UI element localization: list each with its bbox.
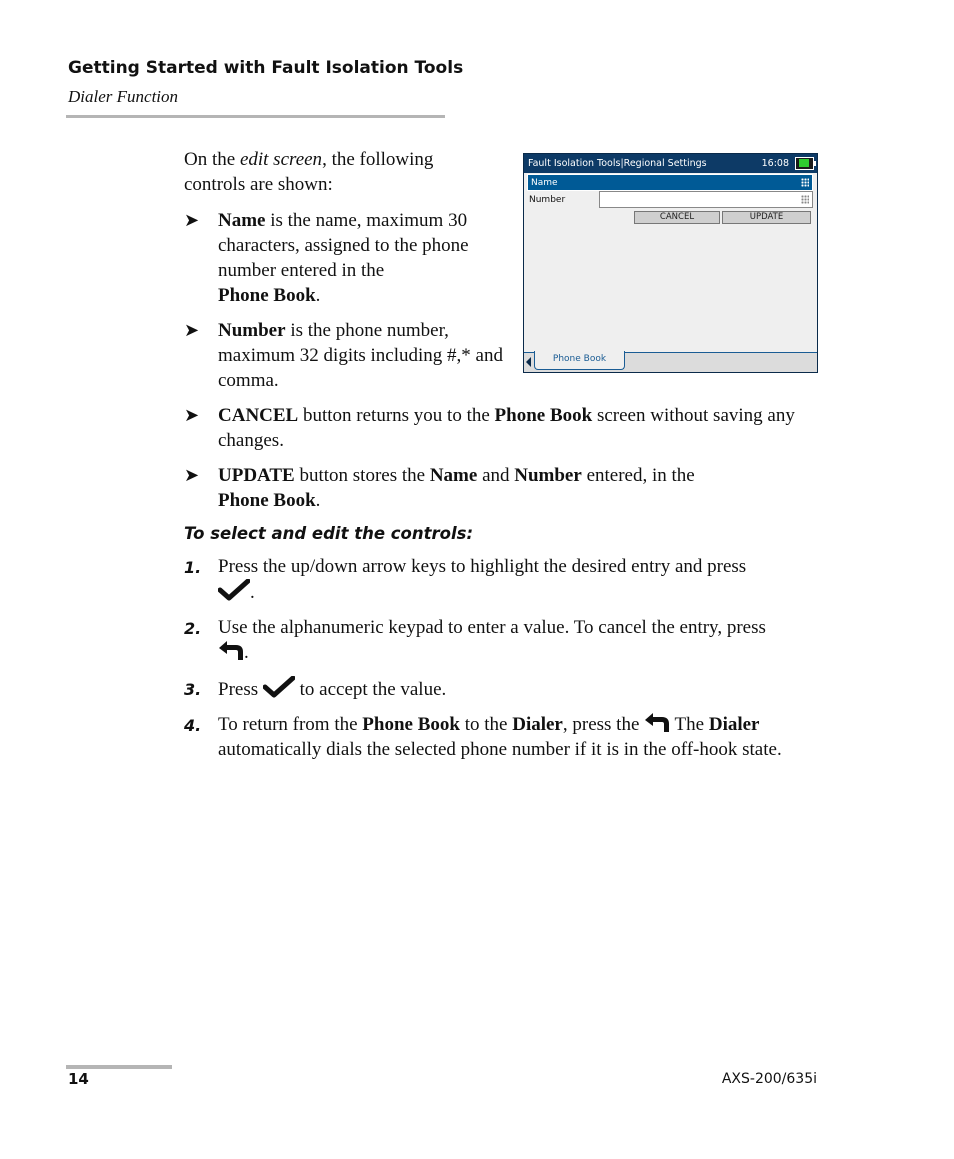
bold-term: Phone Book [218, 490, 316, 511]
step-text: Press to accept the value. [218, 676, 778, 702]
bold-term: Phone Book [362, 714, 460, 735]
text: button stores the [294, 465, 430, 486]
device-screenshot: Fault Isolation Tools|Regional Settings … [523, 153, 818, 373]
scroll-left-icon[interactable] [526, 357, 531, 367]
step-text: Press the up/down arrow keys to highligh… [218, 554, 778, 605]
chapter-title: Getting Started with Fault Isolation Too… [68, 58, 464, 78]
checkmark-icon [262, 676, 295, 698]
keypad-icon[interactable] [801, 178, 809, 187]
bold-term: Dialer [708, 714, 760, 735]
bullet-text: Number is the phone number, maximum 32 d… [218, 318, 508, 393]
device-tabbar: Phone Book [524, 351, 817, 372]
plug-icon [799, 159, 809, 167]
bold-term: Name [218, 210, 266, 231]
text: , press the [562, 714, 640, 735]
bold-term: Dialer [512, 714, 563, 735]
text: Press [218, 679, 259, 700]
number-label: Number [529, 195, 566, 205]
intro-paragraph: On the edit screen, the following contro… [184, 147, 494, 197]
section-subtitle: Dialer Function [68, 87, 179, 106]
intro-emphasis: edit screen [239, 149, 323, 170]
intro-prefix: On the [184, 149, 240, 170]
bullet-text: Name is the name, maximum 30 characters,… [218, 208, 514, 308]
text: button returns you to the [298, 405, 495, 426]
back-arrow-icon [645, 713, 670, 732]
page-number: 14 [68, 1070, 89, 1088]
step-number: 4. [184, 716, 202, 735]
bold-term: CANCEL [218, 405, 299, 426]
bold-term: Name [429, 465, 478, 486]
product-model: AXS-200/635i [721, 1071, 817, 1087]
procedure-title: To select and edit the controls: [184, 524, 474, 543]
bold-term: UPDATE [218, 465, 295, 486]
text: . [315, 285, 321, 306]
cancel-button[interactable]: CANCEL [634, 211, 720, 224]
text: to accept the value. [299, 679, 447, 700]
text: The [670, 714, 709, 735]
footer-divider [66, 1065, 172, 1069]
device-title: Fault Isolation Tools|Regional Settings [528, 158, 707, 169]
text: To return from the [218, 714, 363, 735]
text: automatically dials the selected phone n… [218, 739, 782, 760]
device-titlebar: Fault Isolation Tools|Regional Settings … [524, 154, 817, 173]
header-divider [66, 115, 445, 118]
text: entered, in the [581, 465, 695, 486]
bold-term: Number [218, 320, 286, 341]
battery-charging-icon [795, 157, 816, 170]
number-field[interactable] [599, 191, 813, 208]
tab-phone-book[interactable]: Phone Book [534, 351, 625, 370]
bold-term: Phone Book [494, 405, 593, 426]
step-number: 1. [184, 558, 202, 577]
step-number: 3. [184, 680, 202, 699]
back-arrow-icon [219, 641, 243, 660]
text: to the [459, 714, 513, 735]
checkmark-icon [218, 579, 250, 601]
bullet-arrow-icon: ➤ [184, 465, 200, 485]
bullet-arrow-icon: ➤ [184, 210, 200, 230]
name-field[interactable]: Name [527, 174, 813, 191]
text: . [315, 490, 321, 511]
device-clock: 16:08 [761, 158, 789, 169]
bullet-text: UPDATE button stores the Name and Number… [218, 463, 818, 513]
step-text: Use the alphanumeric keypad to enter a v… [218, 615, 793, 665]
text: . [250, 582, 255, 603]
text: Use the alphanumeric keypad to enter a v… [218, 617, 766, 638]
bullet-text: CANCEL button returns you to the Phone B… [218, 403, 818, 453]
step-text: To return from the Phone Book to the Dia… [218, 712, 818, 762]
text: and [477, 465, 515, 486]
bullet-arrow-icon: ➤ [184, 405, 200, 425]
name-label: Name [531, 178, 558, 188]
keypad-icon[interactable] [801, 195, 809, 204]
step-number: 2. [184, 619, 202, 638]
bullet-arrow-icon: ➤ [184, 320, 200, 340]
text: . [244, 642, 249, 663]
bold-term: Number [514, 465, 582, 486]
update-button[interactable]: UPDATE [722, 211, 811, 224]
bold-term: Phone Book [218, 285, 316, 306]
text: Press the up/down arrow keys to highligh… [218, 556, 747, 577]
